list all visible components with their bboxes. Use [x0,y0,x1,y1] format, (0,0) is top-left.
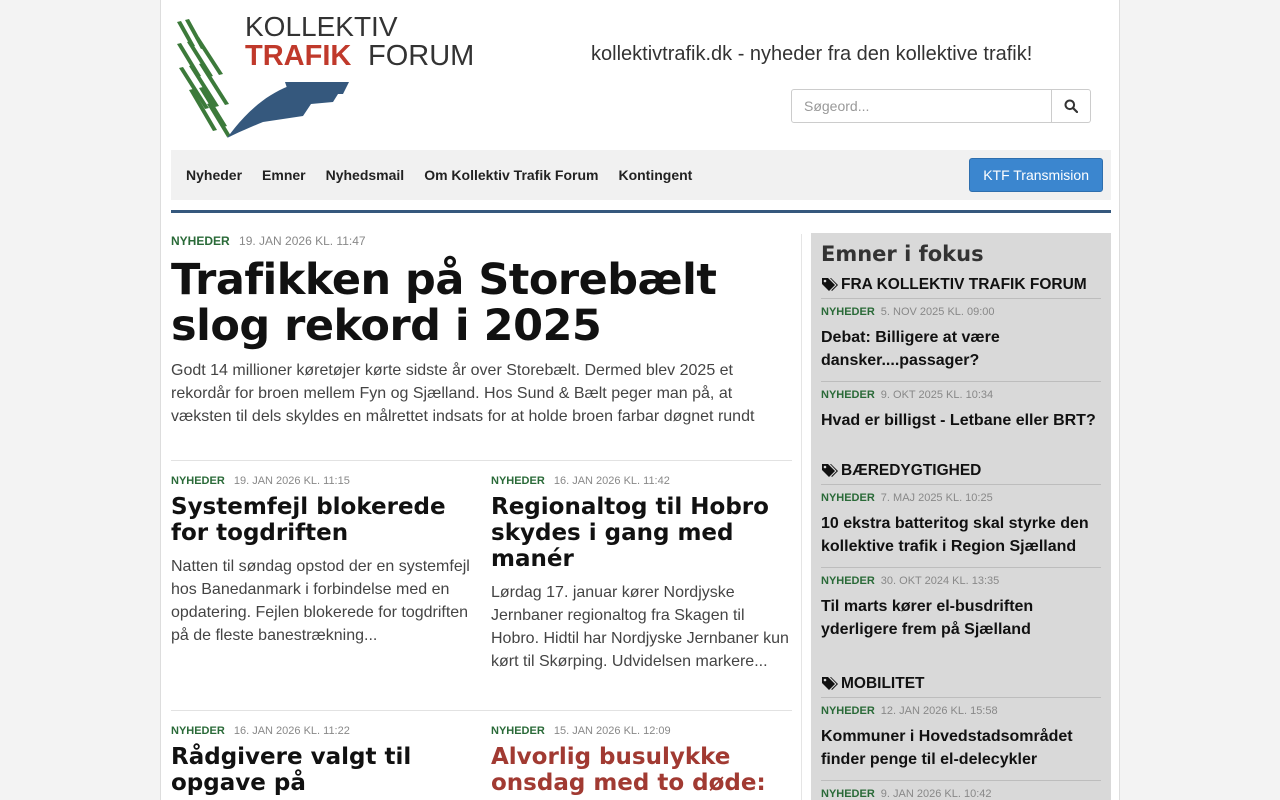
category-label[interactable]: Nyheder [821,575,875,587]
divider [171,460,792,461]
category-label[interactable]: Nyheder [491,725,545,737]
ktf-transmision-button[interactable]: KTF Transmision [969,158,1103,192]
logo-text-line1: KOLLEKTIV [245,12,398,42]
topic-heading[interactable]: Mobilitet [821,675,1101,698]
article-title[interactable]: Systemfejl blokerede for togdriften [171,494,471,546]
article-date: 9. JAN 2026 KL. 10:42 [880,788,992,800]
topic-heading[interactable]: Fra Kollektiv Trafik Forum [821,276,1101,299]
site-tagline: kollektivtrafik.dk - nyheder fra den kol… [591,43,1033,65]
article-card[interactable]: Nyheder 19. JAN 2026 KL. 11:15 Systemfej… [171,475,471,647]
lead-title[interactable]: Trafikken på Storebælt slog rekord i 202… [171,257,791,349]
divider [171,710,792,711]
article-title[interactable]: Rådgivere valgt til opgave på [171,744,471,796]
page: KOLLEKTIV TRAFIK FORUM kollektivtrafik.d… [160,0,1120,800]
logo-graphic: KOLLEKTIV TRAFIK FORUM [177,12,473,138]
article-summary: Lørdag 17. januar kører Nordjyske Jernba… [491,584,789,670]
article-meta: Nyheder 19. JAN 2026 KL. 11:15 [171,475,471,487]
site-logo[interactable]: KOLLEKTIV TRAFIK FORUM [173,12,473,140]
logo-text-forum: FORUM [368,40,473,72]
article-date: 12. JAN 2026 KL. 15:58 [880,705,998,717]
tags-icon [822,677,838,690]
nav-item-nyheder[interactable]: Nyheder [186,167,242,183]
nav-item-kontingent[interactable]: Kontingent [618,167,692,183]
topic-label: Bæredygtighed [841,462,982,479]
article-meta: Nyheder 19. JAN 2026 KL. 11:47 [171,234,791,248]
nav-item-om[interactable]: Om Kollektiv Trafik Forum [424,167,598,183]
article-title[interactable]: Alvorlig busulykke onsdag med to døde: [491,744,791,796]
article-date: 19. JAN 2026 KL. 11:15 [233,475,350,487]
article-meta: Nyheder 12. JAN 2026 KL. 15:58 [821,705,1101,717]
nav-item-emner[interactable]: Emner [262,167,306,183]
category-label[interactable]: Nyheder [171,475,225,487]
article-date: 5. NOV 2025 KL. 09:00 [880,306,995,318]
sidebar-article-title[interactable]: Kommuner i Hovedstadsområdet finder peng… [821,725,1101,771]
lead-summary: Godt 14 millioner køretøjer kørte sidste… [171,362,755,425]
search-button[interactable] [1052,89,1091,123]
article-date: 16. JAN 2026 KL. 11:42 [553,475,670,487]
sidebar-article-title[interactable]: Debat: Billigere at være dansker....pass… [821,326,1101,372]
topic-heading[interactable]: Bæredygtighed [821,462,1101,485]
category-label[interactable]: Nyheder [821,389,875,401]
column-divider [801,234,802,800]
article-meta: Nyheder 9. OKT 2025 KL. 10:34 [821,389,1101,401]
article-card[interactable]: Nyheder 16. JAN 2026 KL. 11:22 Rådgivere… [171,725,471,796]
sidebar-article[interactable]: Nyheder 9. OKT 2025 KL. 10:34 Hvad er bil… [821,382,1101,441]
article-date: 9. OKT 2025 KL. 10:34 [880,389,994,401]
article-meta: Nyheder 30. OKT 2024 KL. 13:35 [821,575,1101,587]
tags-icon [822,464,838,477]
main-nav: Nyheder Emner Nyhedsmail Om Kollektiv Tr… [171,150,1111,200]
article-card[interactable]: Nyheder 16. JAN 2026 KL. 11:42 Regionalt… [491,475,791,673]
article-date: 16. JAN 2026 KL. 11:22 [233,725,350,737]
article-meta: Nyheder 15. JAN 2026 KL. 12:09 [491,725,791,737]
sidebar-heading: Emner i fokus [821,242,984,266]
article-meta: Nyheder 5. NOV 2025 KL. 09:00 [821,306,1101,318]
sidebar-article[interactable]: Nyheder 12. JAN 2026 KL. 15:58 Kommuner i… [821,698,1101,781]
nav-item-nyhedsmail[interactable]: Nyhedsmail [326,167,405,183]
category-label[interactable]: Nyheder [171,725,225,737]
logo-text-trafik: TRAFIK [245,40,351,72]
sidebar-article-title[interactable]: Hvad er billigst - Letbane eller BRT? [821,409,1101,432]
topic-label: Fra Kollektiv Trafik Forum [841,276,1087,293]
category-label[interactable]: Nyheder [821,788,875,800]
category-label[interactable]: Nyheder [821,705,875,717]
article-date: 7. MAJ 2025 KL. 10:25 [880,492,993,504]
search-icon [1064,99,1078,113]
category-label[interactable]: Nyheder [491,475,545,487]
topic-label: Mobilitet [841,675,925,692]
lead-article[interactable]: Nyheder 19. JAN 2026 KL. 11:47 Trafikken… [171,234,791,428]
article-date: 19. JAN 2026 KL. 11:47 [239,234,366,248]
category-label[interactable]: Nyheder [821,306,875,318]
search-input[interactable] [791,89,1052,123]
article-meta: Nyheder 9. JAN 2026 KL. 10:42 [821,788,1101,800]
article-summary: Natten til søndag opstod der en systemfe… [171,558,470,644]
sidebar-article-title[interactable]: 10 ekstra batteritog skal styrke den kol… [821,512,1101,558]
article-meta: Nyheder 16. JAN 2026 KL. 11:42 [491,475,791,487]
sidebar-article[interactable]: Nyheder 7. MAJ 2025 KL. 10:25 10 ekstra b… [821,485,1101,568]
tags-icon [822,278,838,291]
article-date: 30. OKT 2024 KL. 13:35 [880,575,1000,587]
sidebar-article[interactable]: Nyheder 9. JAN 2026 KL. 10:42 [821,781,1101,800]
nav-divider [171,210,1111,213]
article-meta: Nyheder 16. JAN 2026 KL. 11:22 [171,725,471,737]
sidebar-article[interactable]: Nyheder 30. OKT 2024 KL. 13:35 Til marts … [821,568,1101,650]
category-label[interactable]: Nyheder [171,234,230,248]
sidebar-article[interactable]: Nyheder 5. NOV 2025 KL. 09:00 Debat: Bill… [821,299,1101,382]
category-label[interactable]: Nyheder [821,492,875,504]
article-card[interactable]: Nyheder 15. JAN 2026 KL. 12:09 Alvorlig … [491,725,791,796]
article-meta: Nyheder 7. MAJ 2025 KL. 10:25 [821,492,1101,504]
article-title[interactable]: Regionaltog til Hobro skydes i gang med … [491,494,791,572]
search-form [791,89,1091,123]
sidebar-article-title[interactable]: Til marts kører el-busdriften yderligere… [821,595,1101,641]
article-date: 15. JAN 2026 KL. 12:09 [553,725,671,737]
sidebar-emner-i-fokus: Emner i fokus Fra Kollektiv Trafik Forum… [811,233,1111,800]
